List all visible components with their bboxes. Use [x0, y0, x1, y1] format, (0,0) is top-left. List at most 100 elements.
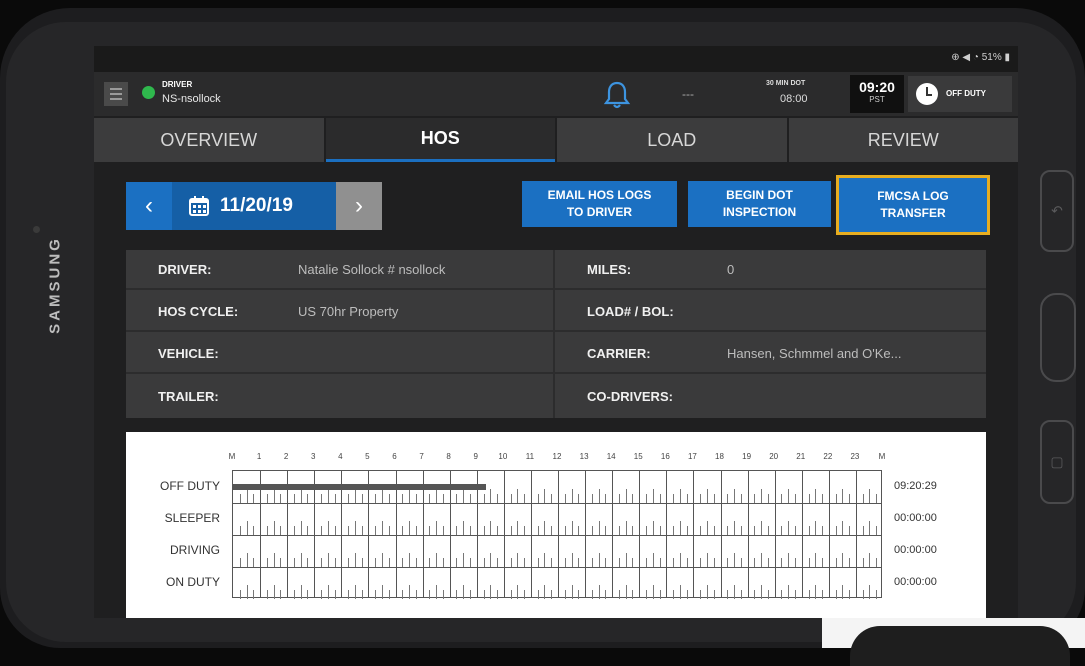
tab-review[interactable]: REVIEW — [788, 118, 1018, 162]
grid-quarter-tick — [551, 590, 553, 599]
grid-quarter-tick — [740, 590, 742, 599]
fmcsa-log-transfer-button[interactable]: FMCSA LOG TRANSFER — [836, 175, 990, 235]
hour-tick-label: 3 — [311, 452, 316, 461]
grid-quarter-tick — [578, 590, 580, 599]
grid-quarter-tick — [591, 558, 593, 567]
grid-quarter-tick — [571, 585, 573, 599]
date-picker[interactable]: 11/20/19 — [172, 182, 336, 230]
grid-quarter-tick — [442, 590, 444, 599]
grid-quarter-tick — [605, 494, 607, 503]
hardware-back-button[interactable]: ↶ — [1040, 170, 1074, 252]
grid-quarter-tick — [706, 489, 708, 503]
hour-tick-label: 23 — [850, 452, 860, 461]
grid-quarter-tick — [571, 521, 573, 535]
tab-hos[interactable]: HOS — [325, 118, 555, 162]
grid-quarter-tick — [808, 558, 810, 567]
grid-quarter-tick — [246, 489, 248, 503]
grid-quarter-tick — [334, 590, 336, 599]
hour-tick-label: 16 — [660, 452, 670, 461]
grid-quarter-tick — [618, 590, 620, 599]
grid-quarter-tick — [544, 553, 546, 567]
app-header: DRIVER NS-nsollock --- 30 MIN DOT 08:00 … — [94, 72, 1018, 116]
grid-hour-line — [828, 471, 830, 597]
grid-quarter-tick — [490, 489, 492, 503]
grid-quarter-tick — [246, 553, 248, 567]
hour-tick-label: 4 — [338, 452, 343, 461]
hour-tick-label: 9 — [473, 452, 478, 461]
grid-quarter-tick — [571, 553, 573, 567]
grid-quarter-tick — [361, 494, 363, 503]
grid-quarter-tick — [436, 489, 438, 503]
info-row-miles: MILES: 0 — [555, 250, 986, 290]
main-tabs: OVERVIEW HOS LOAD REVIEW — [94, 118, 1018, 162]
grid-quarter-tick — [375, 590, 377, 599]
fmcsa-button-line2: TRANSFER — [880, 206, 946, 220]
grid-quarter-tick — [246, 521, 248, 535]
grid-quarter-tick — [842, 553, 844, 567]
previous-day-button[interactable]: ‹ — [126, 182, 172, 230]
grid-quarter-tick — [706, 553, 708, 567]
tab-load[interactable]: LOAD — [557, 118, 787, 162]
grid-quarter-tick — [869, 521, 871, 535]
email-hos-logs-button[interactable]: EMAIL HOS LOGS TO DRIVER — [522, 181, 677, 227]
grid-quarter-tick — [517, 489, 519, 503]
grid-quarter-tick — [578, 558, 580, 567]
dot-timer-label: 30 MIN DOT — [766, 80, 806, 87]
grid-quarter-tick — [273, 489, 275, 503]
hardware-recent-apps-button[interactable]: ▢ — [1040, 420, 1074, 504]
hour-tick-label: 5 — [365, 452, 370, 461]
grid-quarter-tick — [388, 494, 390, 503]
grid-quarter-tick — [862, 494, 864, 503]
grid-quarter-tick — [469, 558, 471, 567]
grid-quarter-tick — [740, 558, 742, 567]
hos-cycle-label: HOS CYCLE: — [158, 303, 239, 319]
grid-row-line — [233, 535, 881, 536]
status-dot-icon — [142, 86, 155, 99]
begin-dot-inspection-button[interactable]: BEGIN DOT INSPECTION — [688, 181, 831, 227]
calendar-icon — [189, 196, 209, 216]
vehicle-label: VEHICLE: — [158, 345, 219, 361]
grid-quarter-tick — [727, 526, 729, 535]
grid-quarter-tick — [300, 489, 302, 503]
dot-timer-value: 08:00 — [780, 93, 808, 105]
grid-quarter-tick — [835, 526, 837, 535]
system-status-bar: ⊕ ◀ ◔ 51% ▮ — [94, 46, 1018, 72]
duty-status-label: OFF DUTY — [946, 89, 986, 98]
grid-quarter-tick — [815, 585, 817, 599]
grid-quarter-tick — [321, 558, 323, 567]
duty-status-button[interactable]: OFF DUTY — [908, 76, 1012, 112]
tab-overview[interactable]: OVERVIEW — [94, 118, 324, 162]
grid-quarter-tick — [652, 585, 654, 599]
clock-time: 09:20 — [859, 79, 895, 95]
grid-quarter-tick — [517, 553, 519, 567]
grid-quarter-tick — [442, 494, 444, 503]
hardware-home-button[interactable] — [1040, 293, 1076, 382]
bell-icon[interactable] — [600, 80, 634, 110]
grid-quarter-tick — [632, 526, 634, 535]
log-grid — [232, 470, 882, 599]
driver-name[interactable]: NS-nsollock — [162, 93, 221, 105]
grid-quarter-tick — [646, 590, 648, 599]
grid-quarter-tick — [463, 521, 465, 535]
grid-quarter-tick — [273, 553, 275, 567]
grid-quarter-tick — [740, 494, 742, 503]
grid-quarter-tick — [510, 590, 512, 599]
grid-quarter-tick — [727, 494, 729, 503]
grid-quarter-tick — [781, 558, 783, 567]
co-drivers-label: CO-DRIVERS: — [587, 388, 673, 404]
grid-quarter-tick — [808, 494, 810, 503]
next-day-button[interactable]: › — [336, 182, 382, 230]
grid-quarter-tick — [734, 521, 736, 535]
grid-quarter-tick — [524, 494, 526, 503]
system-icons: ⊕ ◀ ◔ 51% ▮ — [951, 52, 1010, 63]
hour-tick-label: M — [228, 452, 236, 461]
hour-tick-label: 6 — [392, 452, 397, 461]
hour-axis: M 1 2 3 4 5 6 7 8 9 10 11 12 13 14 15 16 17 18 19 20 21 22 23 M — [228, 452, 886, 466]
grid-quarter-tick — [293, 558, 295, 567]
grid-quarter-tick — [646, 558, 648, 567]
menu-icon[interactable] — [104, 82, 128, 106]
back-icon: ↶ — [1051, 202, 1063, 219]
hour-tick-label: 17 — [687, 452, 697, 461]
grid-quarter-tick — [300, 521, 302, 535]
grid-hour-line — [503, 471, 505, 597]
